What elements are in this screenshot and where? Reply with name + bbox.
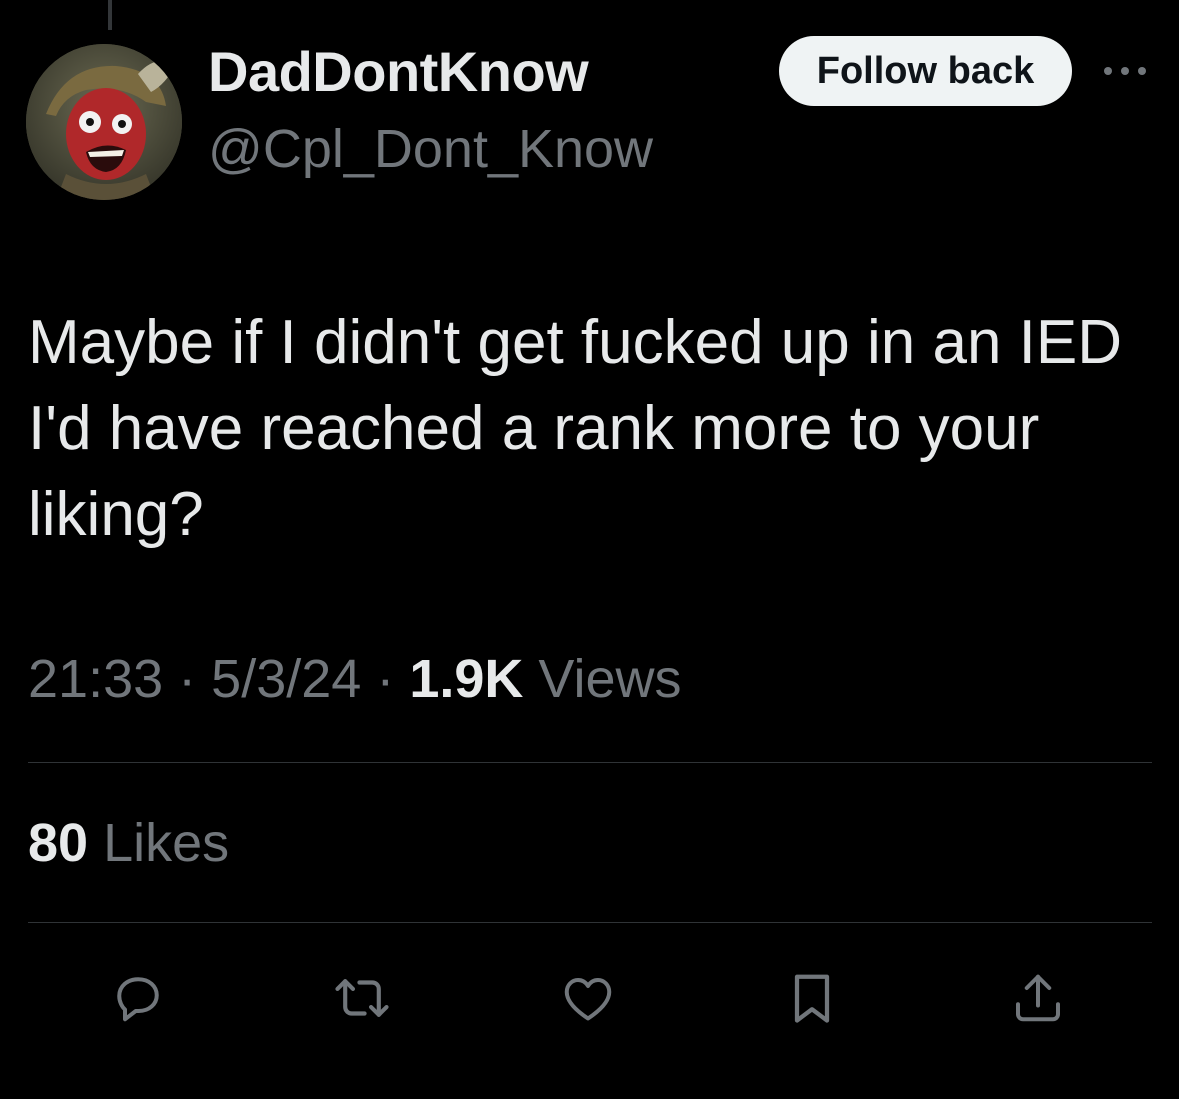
divider [28,922,1152,923]
meta-separator: · [178,649,197,709]
tweet-date[interactable]: 5/3/24 [211,649,361,709]
follow-back-button[interactable]: Follow back [779,36,1072,106]
tweet-metadata: 21:33 · 5/3/24 · 1.9K Views [28,646,681,712]
reply-button[interactable] [106,966,170,1030]
thread-connector-line [108,0,112,30]
likes-label: Likes [103,813,230,873]
bookmark-button[interactable] [780,966,844,1030]
more-horizontal-icon [1104,67,1146,75]
likes-link[interactable]: 80 Likes [28,810,229,876]
bookmark-icon [794,974,830,1023]
more-options-button[interactable] [1100,56,1150,86]
heart-icon [564,978,612,1021]
tweet-text: Maybe if I didn't get fucked up in an IE… [28,308,1123,549]
display-name[interactable]: DadDontKnow [208,38,589,106]
tweet-time[interactable]: 21:33 [28,649,163,709]
meta-separator: · [376,649,395,709]
share-icon [1016,974,1060,1022]
views-count: 1.9K [409,649,524,709]
avatar[interactable] [26,44,182,200]
views-label: Views [538,649,682,709]
like-button[interactable] [556,966,620,1030]
share-button[interactable] [1006,966,1070,1030]
user-handle[interactable]: @Cpl_Dont_Know [208,116,653,182]
retweet-button[interactable] [330,966,394,1030]
retweet-icon [335,979,389,1017]
likes-count: 80 [28,813,89,873]
divider [28,762,1152,763]
reply-icon [117,977,159,1022]
